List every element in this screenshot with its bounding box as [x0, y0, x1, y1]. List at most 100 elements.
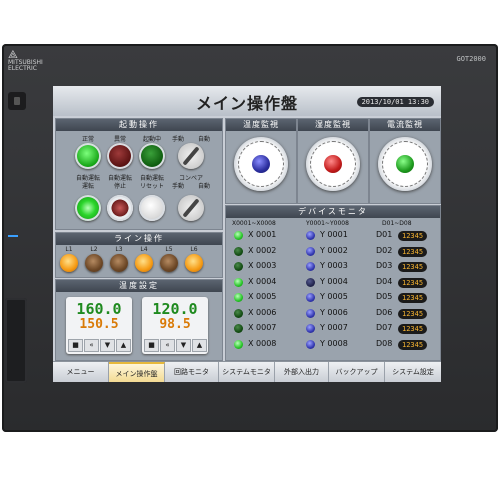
rewind-button-2[interactable]: «: [160, 339, 175, 352]
d-value-display[interactable]: 12345: [398, 246, 428, 257]
auto-stop-button[interactable]: [107, 195, 133, 221]
temp-setting-title: 温度設定: [56, 280, 222, 292]
tab-system-monitor[interactable]: システムモニタ: [219, 362, 275, 382]
x-device-label: X 0002: [248, 245, 277, 255]
humidity-gauge: [306, 137, 360, 191]
d-device-label: D04: [376, 276, 393, 286]
current-gauge-title: 電流監視: [370, 119, 440, 131]
x-status-dot: [234, 277, 243, 287]
x-device-label: X 0008: [248, 338, 277, 348]
temp-box-1: 160.0 150.5 ■ « ▼ ▲: [66, 297, 132, 354]
temp-box-2: 120.0 98.5 ■ « ▼ ▲: [142, 297, 208, 354]
y-device-label: Y 0007: [320, 323, 348, 332]
d-value-display[interactable]: 12345: [398, 277, 428, 288]
current-gauge-panel: 電流監視: [369, 118, 441, 204]
d-value-display[interactable]: 12345: [398, 339, 428, 350]
title-bar: メイン操作盤 2013/10/01 13:30: [53, 86, 441, 116]
y-device-label: Y 0005: [320, 292, 348, 301]
brand-logo: ⟁ MITSUBISHI ELECTRIC: [8, 49, 43, 72]
y-status-dot: [306, 262, 315, 271]
d-device-label: D02: [376, 245, 393, 255]
device-monitor-title: デバイスモニタ: [226, 206, 440, 218]
running-lamp: [139, 143, 165, 169]
x-status-dot: [234, 293, 243, 302]
y-device-label: Y 0008: [320, 338, 348, 348]
up-button-2[interactable]: ▲: [192, 339, 207, 352]
line-lamp-3[interactable]: [110, 254, 128, 272]
line-lamp-1[interactable]: [60, 254, 78, 272]
label-auto: 自動: [197, 136, 210, 143]
temp-current-value-1: 150.5: [79, 317, 119, 332]
tab-menu[interactable]: メニュー: [53, 362, 109, 382]
x-status-dot: [234, 308, 243, 318]
current-gauge: [378, 137, 432, 191]
tab-main-panel[interactable]: メイン操作盤: [109, 362, 165, 382]
line-op-panel: ライン操作 L1 L2 L3 L4 L5 L6: [55, 232, 223, 278]
x-status-dot: [234, 339, 243, 349]
temp-set-value-2[interactable]: 120.0: [142, 300, 208, 318]
d-device-label: D05: [376, 292, 393, 301]
line-lamp-2[interactable]: [85, 254, 103, 272]
x-status-dot: [234, 231, 243, 240]
tab-external-io[interactable]: 外部入出力: [275, 362, 329, 382]
tab-backup[interactable]: バックアップ: [329, 362, 385, 382]
y-device-label: Y 0003: [320, 261, 348, 270]
datetime-display: 2013/10/01 13:30: [356, 97, 434, 107]
y-status-dot: [306, 308, 315, 318]
rewind-button-1[interactable]: «: [84, 339, 99, 352]
y-status-dot: [306, 324, 315, 333]
normal-lamp: [75, 143, 101, 169]
d-device-label: D07: [376, 323, 393, 332]
tab-circuit-monitor[interactable]: 回路モニタ: [165, 362, 219, 382]
y-status-dot: [306, 231, 315, 240]
gauge-center-icon: [396, 155, 414, 173]
d-value-display[interactable]: 12345: [398, 308, 428, 319]
d-value-display[interactable]: 12345: [398, 324, 428, 334]
d-value-display[interactable]: 12345: [398, 262, 428, 272]
start-op-panel: 起動操作 正常 異常 起動中 手動 自動 自動運転 自動運転 自動運転 コンベア…: [55, 118, 223, 230]
d-value-display[interactable]: 12345: [398, 231, 428, 241]
manual-auto-switch[interactable]: [178, 143, 204, 169]
label-conveyor-auto: 自動: [197, 183, 210, 190]
auto-run-button[interactable]: [75, 195, 101, 221]
conveyor-switch[interactable]: [178, 195, 204, 221]
temp-gauge-panel: 温度監視: [225, 118, 297, 204]
tab-bar: メニュー メイン操作盤 回路モニタ システムモニタ 外部入出力 バックアップ シ…: [53, 361, 441, 382]
x-col-header: X0001~X0008: [232, 220, 276, 227]
down-button-1[interactable]: ▼: [100, 339, 115, 352]
d-device-label: D03: [376, 261, 393, 270]
gauge-center-icon: [324, 155, 342, 173]
tab-system-settings[interactable]: システム設定: [385, 362, 441, 382]
line-lamp-5[interactable]: [160, 254, 178, 272]
down-button-2[interactable]: ▼: [176, 339, 191, 352]
x-device-label: X 0003: [248, 261, 277, 270]
x-device-label: X 0001: [248, 230, 277, 239]
line-lamp-4[interactable]: [135, 254, 153, 272]
stop-button-1[interactable]: ■: [68, 339, 83, 352]
usb-cover[interactable]: [5, 298, 27, 383]
temp-gauge-title: 温度監視: [226, 119, 296, 131]
auto-reset-button[interactable]: [139, 195, 165, 221]
model-label: GOT2000: [456, 55, 486, 63]
temp-set-value-1[interactable]: 160.0: [66, 300, 132, 318]
human-sensor-icon: [8, 92, 26, 110]
device-monitor-panel: デバイスモニタ X0001~X0008 Y0001~Y0008 D01~D08 …: [225, 205, 441, 361]
up-button-1[interactable]: ▲: [116, 339, 131, 352]
y-status-dot: [306, 277, 315, 287]
x-device-label: X 0006: [248, 307, 277, 317]
brand-line2: ELECTRIC: [8, 65, 37, 72]
stop-button-2[interactable]: ■: [144, 339, 159, 352]
d-value-display[interactable]: 12345: [398, 293, 428, 303]
line-lamp-6[interactable]: [185, 254, 203, 272]
d-device-label: D08: [376, 338, 393, 348]
gauge-center-icon: [252, 155, 270, 173]
x-status-dot: [234, 262, 243, 271]
temp-gauge: [234, 137, 288, 191]
power-led: [8, 235, 18, 237]
x-device-label: X 0004: [248, 276, 277, 286]
humidity-gauge-panel: 湿度監視: [297, 118, 369, 204]
humidity-gauge-title: 湿度監視: [298, 119, 368, 131]
d-device-label: D01: [376, 230, 393, 239]
error-lamp: [107, 143, 133, 169]
y-device-label: Y 0002: [320, 245, 348, 255]
